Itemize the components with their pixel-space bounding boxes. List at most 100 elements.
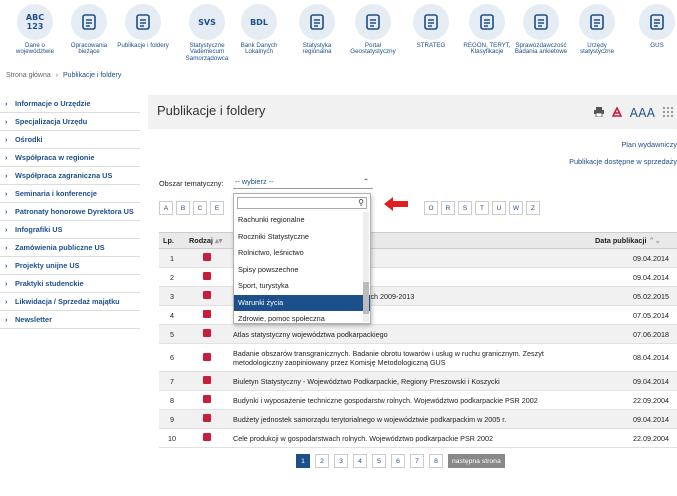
- letter-filter-left: ABCE: [159, 201, 224, 215]
- nav-item-label: REGON, TERYT, Klasyfikacje: [463, 42, 511, 56]
- nav-item[interactable]: Publikacje i foldery: [116, 4, 170, 49]
- plan-link[interactable]: Plan wydawniczy: [621, 140, 677, 149]
- col-kind[interactable]: Rodzaj ▴▾: [185, 232, 229, 249]
- sidebar-item[interactable]: › Współpraca zagraniczna US: [0, 167, 140, 185]
- sidebar-item[interactable]: › Specjalizacja Urzędu: [0, 113, 140, 131]
- table-row[interactable]: 7 Biuletyn Statystyczny - Województwo Pod…: [159, 371, 677, 391]
- nav-item[interactable]: ABC 123 Dane o województwie: [8, 4, 62, 56]
- chevron-right-icon: ›: [5, 297, 8, 306]
- sale-link[interactable]: Publikacje dostępne w sprzedaży: [569, 157, 677, 166]
- abc-123-icon: ABC 123: [17, 4, 53, 40]
- page-button[interactable]: 4: [353, 454, 367, 468]
- letter-filter-button[interactable]: B: [176, 201, 190, 215]
- kind-cell: [185, 409, 229, 429]
- letter-filter-button[interactable]: T: [475, 201, 489, 215]
- sidebar-item[interactable]: › Współpraca w regionie: [0, 149, 140, 167]
- sidebar-item-label: Patronaty honorowe Dyrektora US: [15, 207, 134, 216]
- sidebar-item-label: Likwidacja / Sprzedaż majątku: [15, 297, 120, 306]
- registry-icon: [469, 4, 505, 40]
- letter-filter-button[interactable]: R: [441, 201, 455, 215]
- page-button[interactable]: 2: [315, 454, 329, 468]
- bdl-icon: BDL: [241, 4, 277, 40]
- sidebar-item[interactable]: › Infografiki US: [0, 221, 140, 239]
- chevron-right-icon: ›: [5, 243, 8, 252]
- kind-cell: [185, 267, 229, 287]
- nav-item[interactable]: Portal Geostatystyczny: [346, 4, 400, 56]
- sidebar-item[interactable]: › Ośrodki: [0, 131, 140, 149]
- page-button[interactable]: 1: [296, 454, 310, 468]
- sidebar-item[interactable]: › Seminaria i konferencje: [0, 185, 140, 203]
- sidebar-item[interactable]: › Zamówienia publiczne US: [0, 239, 140, 257]
- sidebar-item[interactable]: › Projekty unijne US: [0, 257, 140, 275]
- nav-item[interactable]: GUS: [630, 4, 677, 49]
- col-date-label: Data publikacji: [595, 236, 647, 245]
- chevron-right-icon: ›: [5, 189, 8, 198]
- dropdown-option[interactable]: Roczniki Statystyczne: [234, 229, 370, 246]
- row-number: 10: [159, 428, 185, 448]
- letter-filter-button[interactable]: U: [492, 201, 506, 215]
- row-title[interactable]: Badanie obszarów transgranicznych. Badan…: [229, 343, 591, 372]
- dropdown-option[interactable]: Spisy powszechne: [234, 262, 370, 279]
- page-button[interactable]: 7: [410, 454, 424, 468]
- red-arrow-icon: [384, 197, 408, 211]
- nav-item[interactable]: Urzędy statystyczne: [570, 4, 624, 56]
- row-date: 07.05.2014: [591, 305, 677, 325]
- breadcrumb-home[interactable]: Strona główna: [6, 72, 51, 79]
- row-title[interactable]: Biuletyn Statystyczny - Województwo Podk…: [229, 371, 591, 391]
- kind-cell: [185, 305, 229, 325]
- print-icon[interactable]: [593, 106, 604, 120]
- table-row[interactable]: 9 Budżety jednostek samorządu terytorialn…: [159, 409, 677, 429]
- chevron-right-icon: ›: [5, 261, 8, 270]
- kind-cell: [185, 324, 229, 344]
- table-row[interactable]: 10 Cele produkcji w gospodarstwach rolnyc…: [159, 428, 677, 448]
- row-title[interactable]: Cele produkcji w gospodarstwach rolnych.…: [229, 428, 591, 448]
- chevron-right-icon: ›: [5, 117, 8, 126]
- letter-filter-button[interactable]: E: [210, 201, 224, 215]
- sidebar-item-label: Seminaria i konferencje: [15, 189, 97, 198]
- table-row[interactable]: 8 Budynki i wyposażenie techniczne gospod…: [159, 390, 677, 410]
- sidebar-item[interactable]: › Likwidacja / Sprzedaż majątku: [0, 293, 140, 311]
- dropdown-scroll-thumb[interactable]: [363, 282, 369, 314]
- letter-filter-button[interactable]: O: [424, 201, 438, 215]
- nav-item[interactable]: BDL Bank Danych Lokalnych: [232, 4, 286, 56]
- dropdown-option[interactable]: Sport, turystyka: [234, 278, 370, 295]
- nav-item[interactable]: STRATEG: [404, 4, 458, 49]
- dropdown-option[interactable]: Rolnictwo, leśnictwo: [234, 245, 370, 262]
- font-size-control[interactable]: AAA: [630, 106, 655, 120]
- page-button[interactable]: 8: [429, 454, 443, 468]
- nav-item[interactable]: Opracowania bieżące: [62, 4, 116, 56]
- nav-item[interactable]: Statystyka regionalna: [290, 4, 344, 56]
- col-lp[interactable]: Lp.: [159, 232, 185, 249]
- row-title[interactable]: Budynki i wyposażenie techniczne gospoda…: [229, 390, 591, 410]
- nav-item[interactable]: SVS Statystyczne Vademecum Samorządowca: [180, 4, 234, 62]
- sidebar-item[interactable]: › Patronaty honorowe Dyrektora US: [0, 203, 140, 221]
- nav-item-label: Sprawozdawczość Badania ankietowe: [514, 42, 568, 56]
- letter-filter-button[interactable]: A: [159, 201, 173, 215]
- nav-item[interactable]: Sprawozdawczość Badania ankietowe: [514, 4, 568, 56]
- letter-filter-button[interactable]: C: [193, 201, 207, 215]
- sidebar-item[interactable]: › Informacje o Urzędzie: [0, 95, 140, 113]
- sidebar-item[interactable]: › Newsletter: [0, 311, 140, 329]
- dropdown-option[interactable]: Warunki życia: [234, 294, 370, 311]
- letter-filter-button[interactable]: W: [509, 201, 523, 215]
- next-page-button[interactable]: następna strona: [448, 454, 505, 468]
- dropdown-search-input[interactable]: ⚲: [237, 197, 367, 209]
- row-date: 08.04.2014: [591, 343, 677, 372]
- page-button[interactable]: 6: [391, 454, 405, 468]
- grid-icon[interactable]: [663, 106, 673, 120]
- nav-item[interactable]: REGON, TERYT, Klasyfikacje: [460, 4, 514, 56]
- pdf-icon[interactable]: [611, 105, 622, 120]
- letter-filter-button[interactable]: S: [458, 201, 472, 215]
- topic-select[interactable]: -- wybierz -- ⌃: [233, 177, 373, 189]
- letter-filter-button[interactable]: Z: [526, 201, 540, 215]
- page-button[interactable]: 3: [334, 454, 348, 468]
- sidebar-item[interactable]: › Praktyki studenckie: [0, 275, 140, 293]
- letter-filter-right: ORSTUWZ: [424, 201, 540, 215]
- page-button[interactable]: 5: [372, 454, 386, 468]
- col-date[interactable]: Data publikacji ⌃⌄: [591, 232, 677, 249]
- table-row[interactable]: 6 Badanie obszarów transgranicznych. Bada…: [159, 343, 677, 372]
- row-title[interactable]: Budżety jednostek samorządu terytorialne…: [229, 409, 591, 429]
- dropdown-option[interactable]: Zdrowie, pomoc społeczna: [234, 311, 370, 328]
- dropdown-options: Rachunki regionalne Roczniki Statystyczne…: [234, 212, 370, 328]
- dropdown-option[interactable]: Rachunki regionalne: [234, 212, 370, 229]
